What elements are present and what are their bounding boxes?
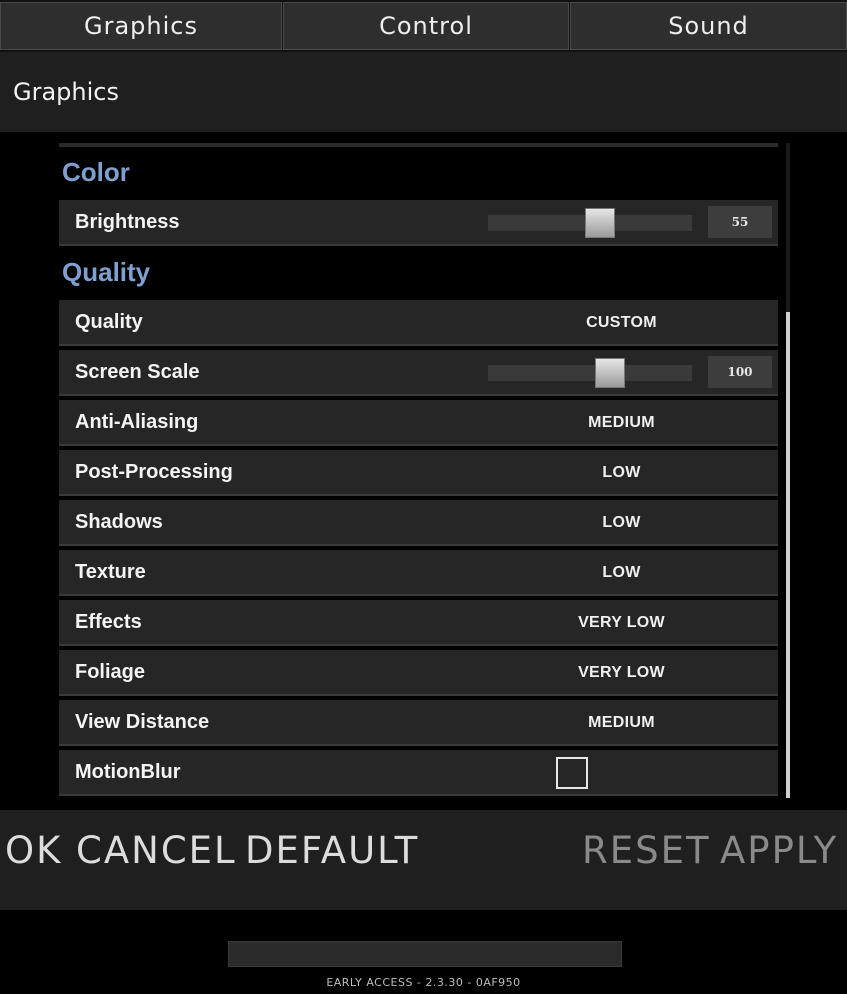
tab-graphics[interactable]: Graphics — [0, 2, 282, 50]
motion-blur-label: MotionBlur — [75, 761, 181, 783]
screen-scale-slider[interactable] — [488, 358, 692, 388]
setting-row-effects[interactable]: Effects VERY LOW — [59, 600, 778, 646]
ok-button[interactable]: OK — [5, 810, 62, 892]
quality-label: Quality — [75, 311, 143, 333]
setting-row-foliage[interactable]: Foliage VERY LOW — [59, 650, 778, 696]
setting-label: Anti-Aliasing — [75, 411, 199, 433]
setting-value[interactable]: MEDIUM — [529, 400, 714, 444]
setting-row-brightness: Brightness 55 — [59, 200, 778, 246]
setting-value[interactable]: MEDIUM — [529, 700, 714, 744]
divider — [59, 143, 778, 147]
brightness-value[interactable]: 55 — [708, 206, 772, 238]
footer-bar: OK CANCEL DEFAULT RESET APPLY — [0, 810, 847, 910]
setting-value[interactable]: VERY LOW — [529, 650, 714, 694]
default-button[interactable]: DEFAULT — [245, 810, 419, 892]
setting-value[interactable]: LOW — [529, 500, 714, 544]
group-heading-color: Color — [62, 157, 130, 187]
setting-value[interactable]: LOW — [529, 550, 714, 594]
apply-button[interactable]: APPLY — [720, 810, 838, 892]
setting-label: View Distance — [75, 711, 210, 733]
setting-row-screen-scale: Screen Scale 100 — [59, 350, 778, 396]
setting-label: Texture — [75, 561, 146, 583]
tab-sound[interactable]: Sound — [570, 2, 847, 50]
setting-row-shadows[interactable]: Shadows LOW — [59, 500, 778, 546]
quality-value[interactable]: CUSTOM — [529, 300, 714, 344]
setting-row-post-processing[interactable]: Post-Processing LOW — [59, 450, 778, 496]
status-bar — [228, 941, 622, 967]
setting-row-view-distance[interactable]: View Distance MEDIUM — [59, 700, 778, 746]
setting-value[interactable]: VERY LOW — [529, 600, 714, 644]
setting-row-anti-aliasing[interactable]: Anti-Aliasing MEDIUM — [59, 400, 778, 446]
section-header: Graphics — [0, 52, 847, 132]
setting-label: Effects — [75, 611, 142, 633]
setting-label: Shadows — [75, 511, 163, 533]
brightness-slider[interactable] — [488, 208, 692, 238]
version-label: EARLY ACCESS - 2.3.30 - 0AF950 — [326, 976, 521, 989]
scrollbar-thumb[interactable] — [786, 312, 790, 798]
reset-button[interactable]: RESET — [582, 810, 711, 892]
cancel-button[interactable]: CANCEL — [76, 810, 237, 892]
brightness-slider-thumb[interactable] — [585, 208, 616, 238]
motion-blur-checkbox[interactable] — [556, 757, 588, 789]
setting-row-texture[interactable]: Texture LOW — [59, 550, 778, 596]
setting-label: Post-Processing — [75, 461, 233, 483]
screen-scale-value[interactable]: 100 — [708, 356, 772, 388]
settings-tabs: Graphics Control Sound — [0, 0, 847, 52]
scrollbar[interactable] — [786, 143, 790, 798]
screen-scale-slider-thumb[interactable] — [595, 358, 626, 388]
tab-control[interactable]: Control — [283, 2, 569, 50]
setting-value[interactable]: LOW — [529, 450, 714, 494]
screen-scale-label: Screen Scale — [75, 361, 200, 383]
setting-label: Foliage — [75, 661, 146, 683]
setting-row-motion-blur: MotionBlur — [59, 750, 778, 796]
brightness-label: Brightness — [75, 211, 180, 233]
group-heading-quality: Quality — [62, 257, 151, 287]
setting-row-quality[interactable]: Quality CUSTOM — [59, 300, 778, 346]
page-title: Graphics — [13, 78, 119, 106]
